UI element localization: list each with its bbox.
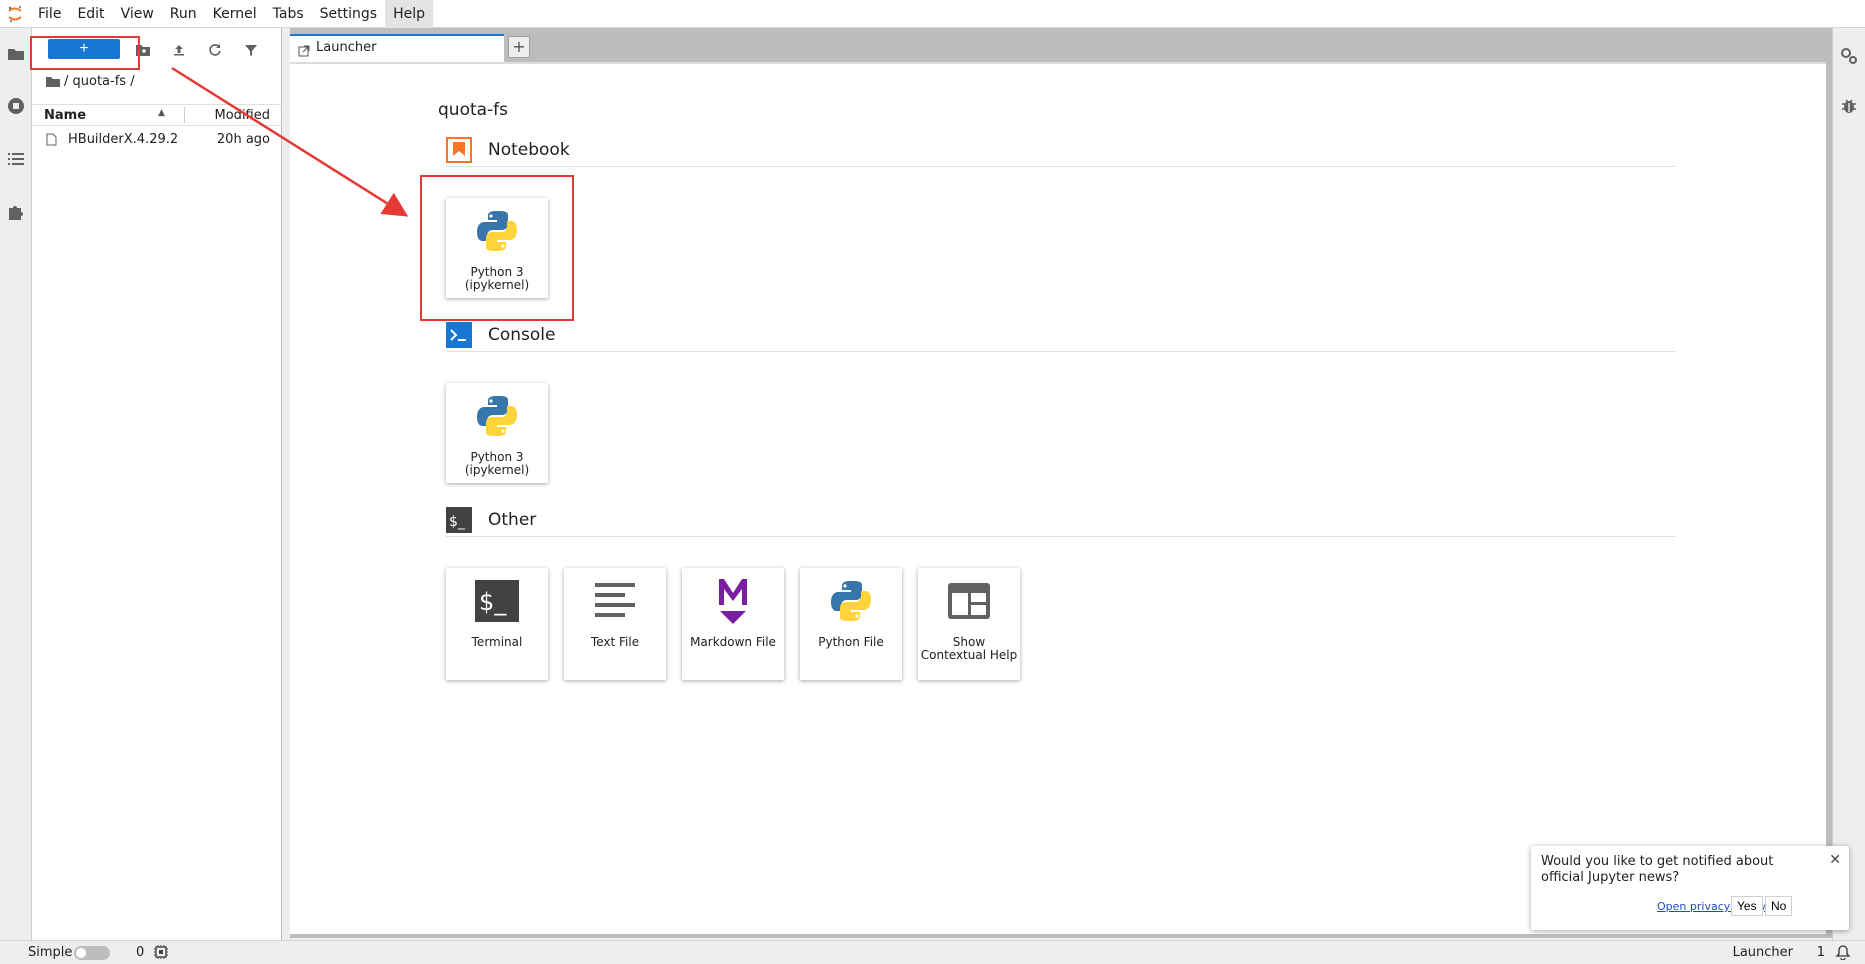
table-of-contents-icon[interactable] (6, 149, 26, 169)
column-divider[interactable] (184, 107, 185, 123)
new-tab-button[interactable]: + (508, 36, 530, 58)
python-icon (472, 391, 522, 441)
main-area: Launcher + quota-fs Notebook Python 3 (i… (290, 28, 1832, 938)
markdown-icon (708, 576, 758, 626)
contextual-help-card[interactable]: Show Contextual Help (918, 568, 1020, 680)
python-icon (826, 576, 876, 626)
notification-message: Would you like to get notified about off… (1541, 854, 1774, 885)
file-icon (46, 133, 57, 150)
menu-bar: File Edit View Run Kernel Tabs Settings … (0, 0, 1865, 28)
card-label: Text File (590, 635, 640, 649)
folder-icon[interactable] (6, 44, 26, 64)
running-kernels-icon[interactable] (6, 96, 26, 116)
refresh-icon[interactable] (204, 39, 226, 61)
annotation-highlight-notebook-card (420, 175, 574, 321)
breadcrumb-path[interactable]: / quota-fs / (64, 74, 135, 89)
section-console: Console (446, 322, 1676, 352)
menu-run[interactable]: Run (162, 0, 205, 28)
tab-bar: Launcher + (290, 28, 1832, 62)
debugger-bug-icon[interactable] (1839, 96, 1859, 116)
menu-kernel[interactable]: Kernel (205, 0, 265, 28)
left-sidebar (0, 28, 32, 940)
filter-icon[interactable] (240, 39, 262, 61)
toggle-knob (76, 948, 86, 958)
notify-yes-button[interactable]: Yes (1731, 896, 1763, 916)
file-row[interactable]: HBuilderX.4.29.2... 20h ago (32, 128, 282, 152)
card-label: Python File (818, 635, 884, 649)
kernel-count[interactable]: 0 (136, 945, 144, 960)
right-sidebar (1832, 28, 1865, 940)
extension-puzzle-icon[interactable] (6, 202, 26, 222)
svg-text:$_: $_ (479, 588, 507, 616)
upload-icon[interactable] (168, 39, 190, 61)
section-label: Other (488, 510, 537, 530)
python-file-card[interactable]: Python File (800, 568, 902, 680)
console-python3-card[interactable]: Python 3 (ipykernel) (446, 383, 548, 483)
jupyter-logo-icon (0, 0, 30, 28)
file-name: HBuilderX.4.29.2... (68, 132, 178, 147)
section-label: Console (488, 325, 556, 345)
menu-file[interactable]: File (30, 0, 69, 28)
console-icon (446, 322, 472, 348)
terminal-card[interactable]: $_ Terminal (446, 568, 548, 680)
text-file-card[interactable]: Text File (564, 568, 666, 680)
close-icon[interactable]: ✕ (1829, 852, 1841, 868)
file-list-header: Name ▲ Modified (32, 104, 282, 126)
file-modified: 20h ago (216, 132, 270, 147)
menu-settings[interactable]: Settings (312, 0, 385, 28)
card-label: Markdown File (690, 635, 776, 649)
menu-edit[interactable]: Edit (69, 0, 112, 28)
terminal-icon: $_ (472, 576, 522, 626)
section-other: $_ Other (446, 507, 1676, 537)
card-label: Python 3 (ipykernel) (464, 450, 530, 477)
menu-help[interactable]: Help (385, 0, 433, 28)
column-name-header[interactable]: Name (44, 108, 86, 123)
card-label: Terminal (471, 635, 523, 649)
contextual-help-icon (944, 576, 994, 626)
section-notebook: Notebook (446, 137, 1676, 167)
annotation-highlight-new-button (30, 36, 140, 70)
tab-launcher[interactable]: Launcher (290, 34, 504, 62)
news-notification: Would you like to get notified about off… (1531, 846, 1849, 930)
kernel-status-icon[interactable] (154, 945, 168, 963)
markdown-file-card[interactable]: Markdown File (682, 568, 784, 680)
section-label: Notebook (488, 140, 570, 160)
notebook-icon (446, 137, 472, 163)
active-tab-count: 1 (1816, 945, 1825, 960)
svg-text:$_: $_ (449, 514, 466, 530)
simple-mode-label: Simple (28, 945, 73, 960)
sort-ascending-icon: ▲ (158, 108, 165, 118)
simple-mode-toggle[interactable] (74, 946, 110, 960)
breadcrumb-folder-icon[interactable] (46, 76, 60, 88)
menu-view[interactable]: View (113, 0, 162, 28)
text-file-icon (590, 576, 640, 626)
terminal-section-icon: $_ (446, 507, 472, 533)
breadcrumb: / quota-fs / (46, 74, 135, 89)
active-tab-label: Launcher (1732, 945, 1793, 960)
menu-tabs[interactable]: Tabs (265, 0, 312, 28)
property-inspector-icon[interactable] (1839, 46, 1859, 66)
notification-bell-icon[interactable] (1835, 944, 1851, 964)
tab-label: Launcher (316, 40, 377, 55)
launcher-directory: quota-fs (438, 100, 509, 120)
notify-no-button[interactable]: No (1765, 896, 1793, 916)
status-bar: Simple 0 Launcher 1 (0, 940, 1865, 964)
column-modified-header[interactable]: Modified (215, 108, 270, 123)
card-label: Show Contextual Help (920, 635, 1018, 662)
file-browser-panel: + / quota-fs / Name ▲ Modified HBuilderX… (32, 28, 282, 940)
